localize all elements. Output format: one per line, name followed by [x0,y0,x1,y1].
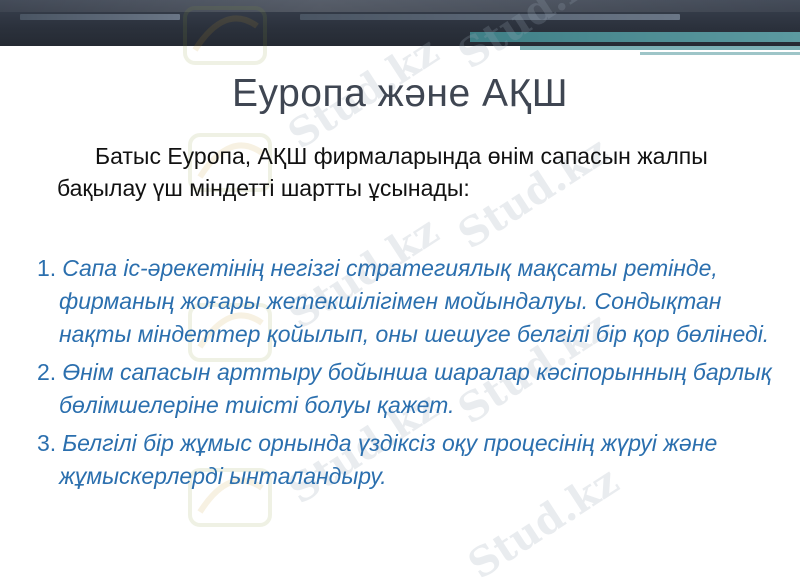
list-item: 3. Белгілі бір жұмыс орнында үздіксіз оқу… [37,427,777,493]
teal-accent-stripe [640,52,800,55]
header-sheen [0,0,800,12]
header-bar-decoration [300,14,680,20]
list-item-text: Белгілі бір жұмыс орнында үздіксіз оқу п… [59,430,718,489]
slide-title: Еуропа және АҚШ [232,72,568,115]
list-item-number: 1. [37,255,57,281]
teal-accent-stripe [520,46,800,50]
list-item-number: 3. [37,430,57,456]
list-item: 2. Өнім сапасын арттыру бойынша шаралар к… [37,356,777,422]
header-bar-decoration [20,14,180,20]
teal-accent-stripe [470,32,800,42]
list-item: 1. Сапа іс-әрекетінің негізгі стратегиялы… [37,252,777,351]
list-item-text: Сапа іс-әрекетінің негізгі стратегиялық … [59,255,770,347]
list-item-text: Өнім сапасын арттыру бойынша шаралар кәс… [59,359,772,418]
conditions-list: 1. Сапа іс-әрекетінің негізгі стратегиялы… [37,252,777,498]
intro-paragraph: Батыс Еуропа, АҚШ фирмаларында өнім сапа… [57,143,708,201]
list-item-number: 2. [37,359,57,385]
